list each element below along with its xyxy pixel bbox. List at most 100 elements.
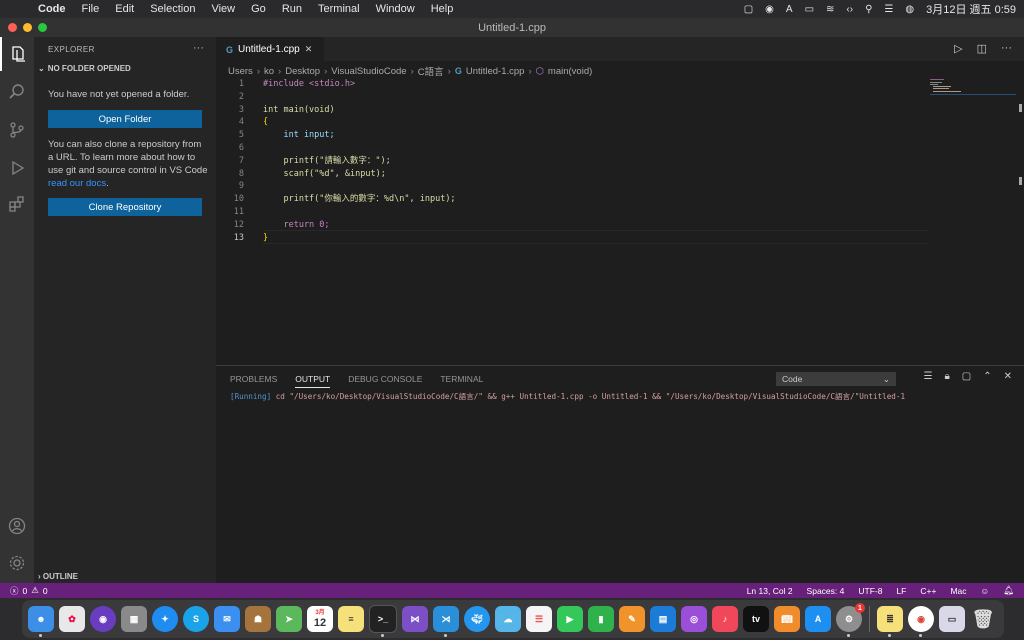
breadcrumb-item[interactable]: ko [264, 66, 274, 77]
play-circle-icon[interactable]: ◉ [765, 4, 774, 15]
safari-icon[interactable]: ✦ [152, 606, 178, 632]
account-icon[interactable] [0, 509, 34, 543]
code-text[interactable]: int main(void) [263, 104, 335, 117]
no-folder-section-header[interactable]: ⌄ NO FOLDER OPENED [38, 64, 131, 73]
menubar-clock[interactable]: 3月12日 週五 0:59 [926, 1, 1016, 17]
mail-icon[interactable]: ✉ [214, 606, 240, 632]
language-mode[interactable]: C++ [920, 586, 936, 596]
pages-icon[interactable]: ✎ [619, 606, 645, 632]
search-icon[interactable] [0, 75, 34, 109]
run-debug-icon[interactable] [0, 151, 34, 185]
close-window-icon[interactable] [8, 23, 17, 32]
keynote-icon[interactable]: ▤ [650, 606, 676, 632]
platform[interactable]: Mac [950, 586, 966, 596]
close-panel-icon[interactable]: ✕ [1004, 371, 1012, 382]
breadcrumb-item[interactable]: Desktop [285, 66, 320, 77]
terminal-icon[interactable]: >_ [369, 605, 397, 637]
code-text[interactable]: printf("請輸入數字："); [263, 155, 390, 168]
books-icon[interactable]: 📖︎ [774, 606, 800, 632]
numbers-icon[interactable]: ▮ [588, 606, 614, 632]
encoding[interactable]: UTF-8 [858, 586, 882, 596]
spotlight-search-icon[interactable]: ⚲ [865, 4, 872, 15]
scrollbar-marker[interactable] [1019, 177, 1022, 185]
input-method-icon[interactable]: A [786, 4, 793, 15]
code-text[interactable]: { [263, 116, 268, 129]
code-text[interactable]: return 0; [263, 219, 329, 232]
split-editor-icon[interactable]: ◫ [977, 42, 987, 55]
contacts-icon[interactable]: ☗ [245, 606, 271, 632]
indentation[interactable]: Spaces: 4 [807, 586, 845, 596]
trash-icon[interactable]: 🗑︎ [970, 606, 996, 632]
source-control-icon[interactable] [0, 113, 34, 147]
screen-record-icon[interactable]: ▢ [744, 4, 753, 15]
reminders-icon[interactable]: ☰ [526, 606, 552, 632]
menu-edit[interactable]: Edit [115, 3, 134, 15]
siri-icon[interactable]: ◍ [905, 4, 914, 15]
cursor-position[interactable]: Ln 13, Col 2 [747, 586, 793, 596]
facetime-icon[interactable]: ▶ [557, 606, 583, 632]
music-icon[interactable]: ♪ [712, 606, 738, 632]
minimize-window-icon[interactable] [23, 23, 32, 32]
scrollbar-marker[interactable] [1019, 104, 1022, 112]
launchpad-icon[interactable]: ▦ [121, 606, 147, 632]
problems-indicator[interactable]: ⓧ 0 ⚠︎ 0 [10, 583, 48, 598]
breadcrumb-item[interactable]: VisualStudioCode [331, 66, 406, 77]
photos-icon[interactable]: ✿ [59, 606, 85, 632]
podcasts-icon[interactable]: ◎ [681, 606, 707, 632]
clone-repository-button[interactable]: Clone Repository [48, 198, 202, 216]
wifi-icon[interactable]: ≋ [826, 4, 834, 15]
explorer-icon[interactable] [0, 37, 34, 71]
read-docs-link[interactable]: read our docs [48, 178, 106, 189]
finder-icon[interactable]: ☻ [28, 606, 54, 637]
run-code-icon[interactable]: ▷ [954, 42, 962, 55]
output-log[interactable]: [Running] cd "/Users/ko/Desktop/VisualSt… [230, 391, 905, 402]
menu-view[interactable]: View [211, 3, 235, 15]
menu-run[interactable]: Run [282, 3, 302, 15]
menu-help[interactable]: Help [431, 3, 454, 15]
menu-file[interactable]: File [82, 3, 100, 15]
breadcrumb-item[interactable]: Untitled-1.cpp [466, 66, 525, 77]
code-text[interactable]: } [263, 232, 268, 245]
preview-icon[interactable]: ▭ [939, 606, 965, 632]
more-actions-icon[interactable]: ··· [1001, 42, 1012, 55]
tab-untitled-1[interactable]: G Untitled-1.cpp ✕ [216, 37, 324, 61]
app-store-icon[interactable]: A [805, 606, 831, 632]
system-preferences-icon[interactable]: ⚙ 1 [836, 603, 865, 637]
code-text[interactable]: printf("你輸入的數字：%d\n", input); [263, 193, 455, 206]
feedback-icon[interactable]: ☺ [981, 586, 990, 596]
clear-output-icon[interactable]: ☰ [923, 371, 932, 382]
visual-studio-icon[interactable]: ⋈ [402, 606, 428, 632]
tab-terminal[interactable]: TERMINAL [440, 374, 483, 388]
breadcrumb-item[interactable]: main(void) [548, 66, 592, 77]
notifications-bell-icon[interactable]: 🔔︎ [1003, 585, 1014, 596]
gear-icon[interactable] [0, 546, 34, 580]
weather-icon[interactable]: ☁ [495, 606, 521, 632]
menu-app-name[interactable]: Code [38, 3, 66, 15]
code-editor[interactable]: 1 #include <stdio.h> 2 3 int main(void) 4{… [216, 78, 936, 244]
battery-icon[interactable]: ▭ [805, 4, 814, 15]
lock-scroll-icon[interactable]: 🔒︎ [944, 371, 949, 382]
maps-icon[interactable]: ➤ [276, 606, 302, 632]
maximize-panel-icon[interactable]: ⌃ [983, 371, 991, 382]
zoom-window-icon[interactable] [38, 23, 47, 32]
menu-go[interactable]: Go [251, 3, 266, 15]
end-of-line[interactable]: LF [896, 586, 906, 596]
tab-problems[interactable]: PROBLEMS [230, 374, 277, 388]
breadcrumb-item[interactable]: Users [228, 66, 253, 77]
close-icon[interactable]: ✕ [305, 44, 313, 55]
open-folder-button[interactable]: Open Folder [48, 110, 202, 128]
breadcrumb-item[interactable]: C語言 [418, 64, 444, 78]
code-text[interactable]: scanf("%d", &input); [263, 168, 385, 181]
code-text[interactable]: int input; [263, 129, 334, 142]
notes-icon[interactable]: ≡ [338, 606, 364, 632]
more-actions-icon[interactable]: ··· [193, 42, 204, 54]
code-brackets-icon[interactable]: ‹› [846, 4, 853, 15]
tab-output[interactable]: OUTPUT [295, 374, 331, 388]
skype-icon[interactable]: S [183, 606, 209, 632]
apple-tv-icon[interactable]: tv [743, 606, 769, 632]
siri-icon[interactable]: ◉ [90, 606, 116, 632]
docker-icon[interactable]: 🐳︎ [464, 606, 490, 632]
extensions-icon[interactable] [0, 187, 34, 221]
menu-selection[interactable]: Selection [150, 3, 195, 15]
minimap[interactable] [930, 78, 1016, 98]
